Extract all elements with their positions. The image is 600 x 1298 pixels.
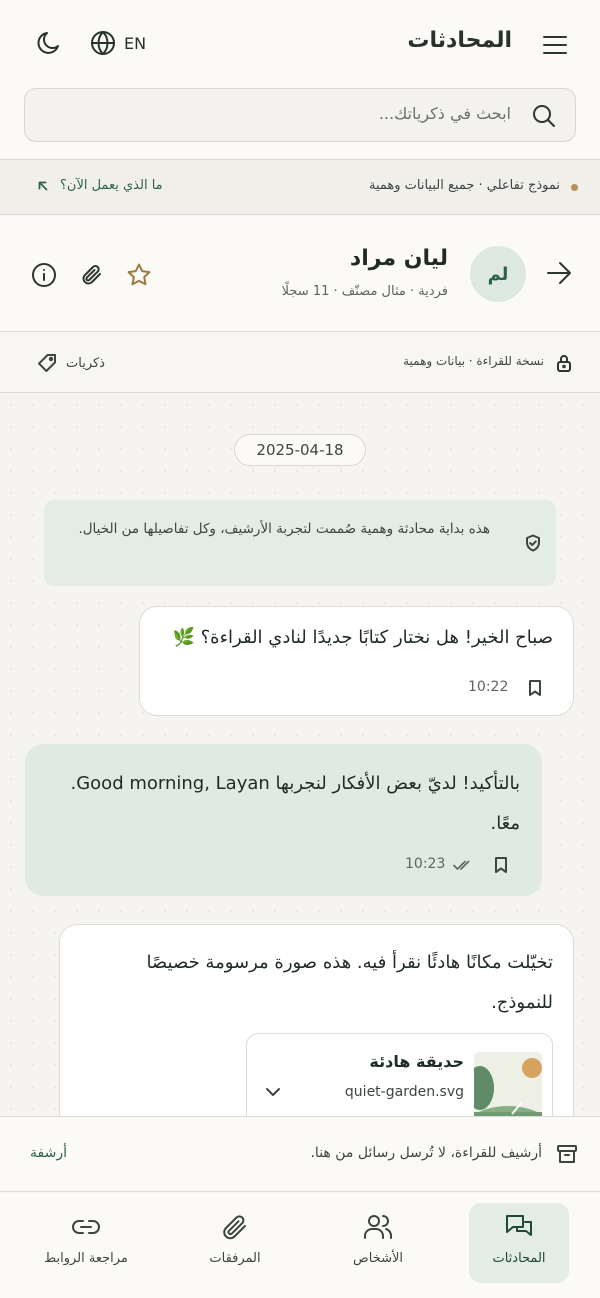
nav-attachments[interactable]: المرفقات bbox=[185, 1203, 285, 1283]
globe-icon bbox=[90, 30, 116, 56]
star-icon[interactable] bbox=[126, 262, 152, 288]
lock-icon bbox=[554, 353, 574, 373]
memories-label: ذكريات bbox=[66, 355, 105, 371]
nav-label: المرفقات bbox=[209, 1251, 261, 1266]
shield-icon bbox=[524, 534, 542, 552]
link-icon bbox=[70, 1211, 102, 1251]
paperclip-icon[interactable] bbox=[79, 262, 105, 288]
nav-label: المحادثات bbox=[492, 1251, 546, 1266]
system-note-text: هذه بداية محادثة وهمية صُممت لتجربة الأر… bbox=[78, 521, 490, 537]
menu-icon[interactable] bbox=[540, 30, 570, 60]
demo-banner: نموذج تفاعلي · جميع البيانات وهمية ما ال… bbox=[0, 159, 600, 215]
read-only-bar: نسخة للقراءة · بيانات وهمية ذكريات bbox=[0, 333, 600, 393]
double-check-icon bbox=[453, 857, 473, 873]
back-arrow-icon[interactable] bbox=[544, 258, 574, 288]
archive-notice: أرشيف للقراءة، لا تُرسل رسائل من هنا. bbox=[310, 1145, 542, 1161]
read-only-label: نسخة للقراءة · بيانات وهمية bbox=[403, 354, 544, 368]
whats-working-link[interactable]: ما الذي يعمل الآن؟ bbox=[36, 178, 163, 193]
top-bar: المحادثات EN ابحث في ذكرياتك... bbox=[0, 0, 600, 158]
whats-working-label: ما الذي يعمل الآن؟ bbox=[60, 178, 163, 193]
image-attachment[interactable]: حديقة هادئة quiet-garden.svg bbox=[246, 1033, 553, 1116]
message-outgoing[interactable]: بالتأكيد! لديّ بعض الأفكار لنجربها Good … bbox=[25, 744, 542, 896]
nav-people[interactable]: الأشخاص bbox=[328, 1203, 428, 1283]
arrow-up-left-icon bbox=[36, 179, 50, 193]
message-text: تخيّلت مكانًا هادئًا نقرأ فيه. هذه صورة … bbox=[146, 952, 553, 1013]
archive-icon bbox=[556, 1143, 578, 1165]
chevron-down-icon[interactable] bbox=[263, 1082, 283, 1102]
nav-links[interactable]: مراجعة الروابط bbox=[36, 1203, 136, 1283]
language-label: EN bbox=[124, 33, 147, 53]
bottom-nav: المحادثات الأشخاص المرفقات مراجعة الرواب… bbox=[0, 1193, 600, 1298]
system-note: هذه بداية محادثة وهمية صُممت لتجربة الأر… bbox=[44, 500, 556, 586]
message-time: 10:22 bbox=[468, 679, 509, 695]
tag-icon bbox=[36, 352, 58, 374]
attachment-filename: quiet-garden.svg bbox=[344, 1084, 464, 1100]
paperclip-icon bbox=[219, 1211, 251, 1251]
nav-conversations[interactable]: المحادثات bbox=[469, 1203, 569, 1283]
demo-notice: نموذج تفاعلي · جميع البيانات وهمية bbox=[368, 178, 560, 193]
attachment-thumbnail bbox=[474, 1052, 542, 1116]
date-separator: 2025-04-18 bbox=[234, 434, 366, 466]
memories-button[interactable]: ذكريات bbox=[36, 352, 105, 374]
search-input[interactable]: ابحث في ذكرياتك... bbox=[24, 88, 576, 142]
chat-bubbles-icon bbox=[503, 1211, 535, 1251]
page-title: المحادثات bbox=[407, 28, 512, 53]
message-text: صباح الخير! هل نختار كتابًا جديدًا لنادي… bbox=[172, 627, 553, 648]
search-placeholder: ابحث في ذكرياتك... bbox=[378, 104, 511, 123]
message-text: بالتأكيد! لديّ بعض الأفكار لنجربها Good … bbox=[70, 773, 520, 834]
message-list[interactable]: 2025-04-18 هذه بداية محادثة وهمية صُممت … bbox=[0, 394, 600, 1116]
message-incoming[interactable]: صباح الخير! هل نختار كتابًا جديدًا لنادي… bbox=[139, 606, 574, 716]
message-time: 10:23 bbox=[405, 856, 446, 872]
contact-meta: فردية · مثال مصنّف · 11 سجلًا bbox=[281, 284, 448, 299]
archive-button[interactable]: أرشفة bbox=[30, 1145, 67, 1161]
contact-name: ليان مراد bbox=[349, 246, 448, 271]
avatar: لم bbox=[470, 246, 526, 302]
bookmark-icon[interactable] bbox=[526, 679, 544, 697]
nav-label: الأشخاص bbox=[353, 1251, 403, 1266]
search-icon bbox=[531, 103, 557, 129]
moon-icon[interactable] bbox=[34, 28, 64, 58]
archive-bar: أرشيف للقراءة، لا تُرسل رسائل من هنا. أر… bbox=[0, 1116, 600, 1192]
info-icon[interactable] bbox=[31, 262, 57, 288]
status-dot bbox=[571, 184, 578, 191]
conversation-header: لم ليان مراد فردية · مثال مصنّف · 11 سجل… bbox=[0, 216, 600, 332]
bookmark-icon[interactable] bbox=[492, 856, 510, 874]
people-icon bbox=[362, 1211, 394, 1251]
attachment-title: حديقة هادئة bbox=[369, 1052, 464, 1071]
language-toggle[interactable]: EN bbox=[90, 30, 146, 56]
nav-label: مراجعة الروابط bbox=[44, 1251, 128, 1266]
message-incoming[interactable]: تخيّلت مكانًا هادئًا نقرأ فيه. هذه صورة … bbox=[59, 924, 574, 1116]
